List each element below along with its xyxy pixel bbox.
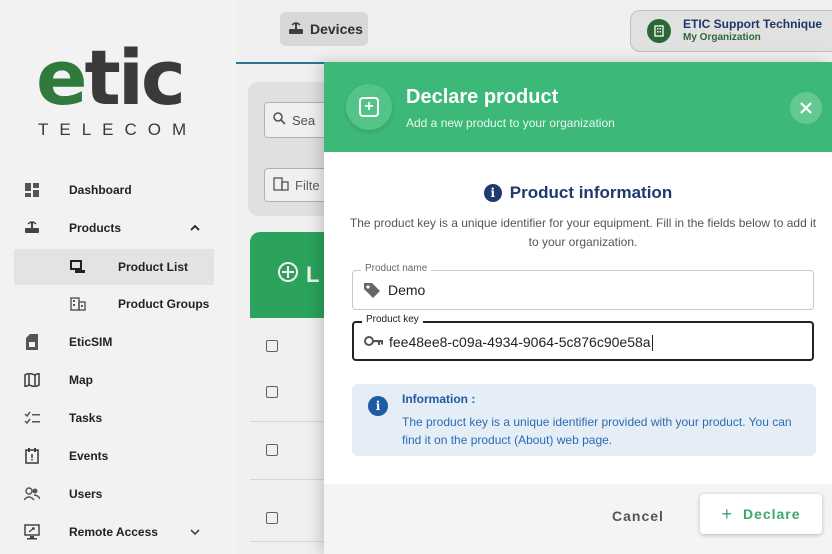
chevron-up-icon — [190, 221, 200, 235]
events-icon — [24, 448, 40, 464]
section-description: The product key is a unique identifier f… — [349, 216, 817, 249]
product-name-field[interactable]: Product name Demo — [352, 263, 814, 310]
tasks-icon — [24, 410, 40, 426]
sidebar-item-products[interactable]: Products — [0, 210, 236, 246]
plus-icon: + — [721, 503, 733, 524]
product-list-icon — [70, 259, 86, 275]
information-title: Information : — [402, 392, 476, 406]
chevron-down-icon — [190, 525, 200, 539]
sidebar-item-product-list[interactable]: Product List — [14, 249, 214, 285]
tag-icon — [363, 282, 381, 298]
sidebar-item-users[interactable]: Users — [0, 476, 236, 512]
section-title: i Product information — [324, 183, 832, 203]
key-icon — [364, 334, 383, 350]
product-name-value: Demo — [388, 282, 426, 298]
info-icon: i — [368, 396, 388, 416]
dialog-header: + Declare product Add a new product to y… — [324, 62, 832, 152]
products-icon — [24, 220, 40, 236]
info-icon: i — [483, 184, 502, 202]
sidebar-item-eticsim[interactable]: EticSIM — [0, 324, 236, 360]
information-alert: i Information : The product key is a uni… — [352, 384, 816, 456]
close-icon — [800, 102, 812, 114]
information-text: The product key is a unique identifier p… — [402, 415, 792, 447]
close-button[interactable] — [790, 92, 822, 124]
cancel-button[interactable]: Cancel — [612, 508, 664, 524]
dialog-footer: Cancel + Declare — [324, 484, 832, 554]
etic-telecom-logo: etic TELECOM — [36, 33, 198, 140]
sidebar-item-tasks[interactable]: Tasks — [0, 400, 236, 436]
sidebar-item-events[interactable]: Events — [0, 438, 236, 474]
dashboard-icon — [24, 182, 40, 198]
users-icon — [24, 486, 40, 502]
sidebar-item-map[interactable]: Map — [0, 362, 236, 398]
sidebar-item-product-groups[interactable]: Product Groups — [0, 286, 236, 322]
map-icon — [24, 372, 40, 388]
text-cursor — [651, 335, 653, 352]
remote-access-icon — [24, 524, 40, 540]
sidebar-item-dashboard[interactable]: Dashboard — [0, 172, 236, 208]
sim-icon — [24, 334, 40, 350]
declare-product-dialog: + Declare product Add a new product to y… — [324, 62, 832, 554]
product-key-value: fee48ee8-c09a-4934-9064-5c876c90e58a — [389, 334, 651, 350]
product-key-field[interactable]: Product key fee48ee8-c09a-4934-9064-5c87… — [352, 314, 814, 361]
add-box-icon: + — [346, 84, 392, 130]
product-groups-icon — [70, 296, 86, 312]
declare-button[interactable]: + Declare — [700, 494, 822, 534]
dialog-subtitle: Add a new product to your organization — [406, 116, 615, 130]
sidebar: etic TELECOM Dashboard Products Product … — [0, 0, 236, 554]
sidebar-item-remote-access[interactable]: Remote Access — [0, 514, 236, 550]
dialog-title: Declare product — [406, 86, 559, 108]
